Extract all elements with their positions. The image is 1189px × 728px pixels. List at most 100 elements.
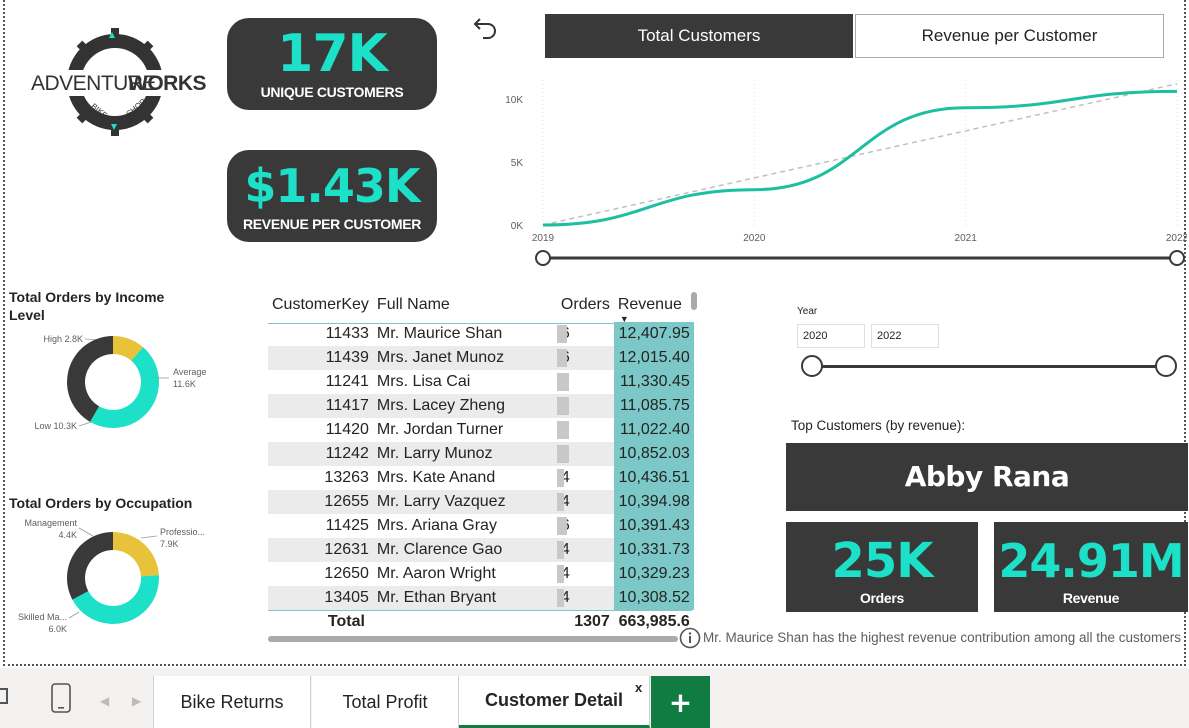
cell-revenue: 12,015.40 xyxy=(613,346,694,370)
fit-page-icon[interactable] xyxy=(0,688,8,704)
insight-text: Mr. Maurice Shan has the highest revenue… xyxy=(703,630,1182,645)
table-vertical-scrollbar[interactable] xyxy=(691,292,697,310)
top-customer-revenue-card: 24.91M Revenue xyxy=(994,522,1188,612)
table-row[interactable]: 13263 Mrs. Kate Anand 4 10,436.51 xyxy=(268,466,694,490)
adventureworks-logo: ADVENTURE WORKS BIKE SHOP xyxy=(27,28,207,136)
tab-customer-detail[interactable]: Customer Detail xyxy=(459,676,650,728)
cell-orders: 6 xyxy=(556,322,614,346)
table-horizontal-scrollbar[interactable] xyxy=(268,636,678,642)
cell-orders: 4 xyxy=(556,586,614,610)
cell-orders: 6 xyxy=(556,514,614,538)
table-row[interactable]: 12655 Mr. Larry Vazquez 4 10,394.98 xyxy=(268,490,694,514)
slice-leader-line xyxy=(140,535,158,539)
toggle-total-customers[interactable]: Total Customers xyxy=(545,14,853,58)
cell-customerkey: 11425 xyxy=(268,514,373,538)
x-tick-label: 2020 xyxy=(743,233,766,244)
donut-slice[interactable] xyxy=(67,532,113,600)
cell-revenue: 10,852.03 xyxy=(613,442,694,466)
cell-revenue: 11,330.45 xyxy=(613,370,694,394)
table-row[interactable]: 13405 Mr. Ethan Bryant 4 10,308.52 xyxy=(268,586,694,610)
cell-orders: 7 xyxy=(556,418,614,442)
year-slider-end-handle[interactable] xyxy=(1155,355,1177,377)
header-orders[interactable]: Orders xyxy=(557,288,614,322)
slice-leader-line xyxy=(78,421,92,427)
slice-leader-line xyxy=(78,527,94,537)
close-tab-icon[interactable]: x xyxy=(635,680,642,695)
cell-revenue: 10,331.73 xyxy=(613,538,694,562)
unique-customers-value: 17K xyxy=(277,24,388,84)
top-customer-name: Abby Rana xyxy=(904,460,1070,493)
header-customerkey[interactable]: CustomerKey xyxy=(268,288,373,322)
table-row[interactable]: 11433Mr. Maurice Shan612,407.95 xyxy=(268,322,694,346)
cell-revenue: 10,394.98 xyxy=(613,490,694,514)
orders-databar xyxy=(556,397,569,415)
cell-orders: 7 xyxy=(556,442,614,466)
total-spacer xyxy=(372,610,557,634)
cell-fullname: Mrs. Lacey Zheng xyxy=(372,394,557,418)
x-tick-label: 2019 xyxy=(532,233,555,244)
top-customer-orders-value: 25K xyxy=(831,533,934,589)
revenue-per-customer-card: $1.43K REVENUE PER CUSTOMER xyxy=(227,150,437,242)
revenue-per-customer-label: REVENUE PER CUSTOMER xyxy=(242,216,422,232)
report-canvas: ADVENTURE WORKS BIKE SHOP 17K UNIQUE CUS… xyxy=(3,0,1188,666)
cell-orders: 4 xyxy=(556,562,614,586)
tab-scroll-right-icon[interactable]: ▶ xyxy=(132,694,141,708)
orders-databar xyxy=(556,589,564,607)
top-customer-name-card: Abby Rana xyxy=(786,443,1188,511)
tab-bike-returns[interactable]: Bike Returns xyxy=(153,676,311,728)
orders-databar xyxy=(556,517,567,535)
donut-slice[interactable] xyxy=(66,336,113,422)
cell-fullname: Mr. Maurice Shan xyxy=(372,322,557,346)
table-row[interactable]: 11417Mrs. Lacey Zheng711,085.75 xyxy=(268,394,694,418)
table-row[interactable]: 12631 Mr. Clarence Gao 4 10,331.73 xyxy=(268,538,694,562)
orders-databar xyxy=(556,373,569,391)
cell-fullname: Mrs. Janet Munoz xyxy=(372,346,557,370)
table-row[interactable]: 11241Mrs. Lisa Cai711,330.45 xyxy=(268,370,694,394)
tab-total-profit[interactable]: Total Profit xyxy=(312,676,459,728)
cell-fullname: Mr. Clarence Gao xyxy=(372,538,557,562)
undo-arrow-icon[interactable] xyxy=(471,12,501,42)
table-row[interactable]: 12650 Mr. Aaron Wright 4 10,329.23 xyxy=(268,562,694,586)
header-fullname[interactable]: Full Name xyxy=(373,288,557,322)
income-donut-title: Total Orders by Income Level xyxy=(9,289,165,323)
x-tick-label: 2022 xyxy=(1166,233,1187,244)
logo-text-right: WORKS xyxy=(128,72,206,95)
cell-customerkey: 12650 xyxy=(268,562,373,586)
table-row[interactable]: 11439Mrs. Janet Munoz612,015.40 xyxy=(268,346,694,370)
table-row[interactable]: 11425Mrs. Ariana Gray610,391.43 xyxy=(268,514,694,538)
date-slider-start-handle[interactable] xyxy=(535,250,551,266)
donut-slice[interactable] xyxy=(113,532,159,577)
orders-databar xyxy=(556,421,569,439)
header-revenue-label: Revenue xyxy=(617,296,682,313)
add-page-button[interactable]: + xyxy=(651,676,710,728)
year-slider-start-handle[interactable] xyxy=(801,355,823,377)
slice-label: Professio... 7.9K xyxy=(160,527,205,549)
cell-customerkey: 13263 xyxy=(268,466,373,490)
tab-scroll-left-icon[interactable]: ◀ xyxy=(100,694,109,708)
cell-fullname: Mrs. Lisa Cai xyxy=(372,370,557,394)
toggle-revenue-per-customer[interactable]: Revenue per Customer xyxy=(855,14,1164,58)
cell-orders: 7 xyxy=(556,394,614,418)
donut-slice[interactable] xyxy=(72,575,159,624)
table-row[interactable]: 11420Mr. Jordan Turner711,022.40 xyxy=(268,418,694,442)
cell-orders: 7 xyxy=(556,370,614,394)
top-customers-heading: Top Customers (by revenue): xyxy=(791,418,966,433)
occupation-donut-title: Total Orders by Occupation xyxy=(9,495,193,511)
donut-slice[interactable] xyxy=(90,347,160,428)
slice-label: Management 4.4K xyxy=(24,518,77,540)
info-icon[interactable] xyxy=(679,627,701,649)
cell-customerkey: 11417 xyxy=(268,394,373,418)
unique-customers-label: UNIQUE CUSTOMERS xyxy=(260,84,404,100)
table-row[interactable]: 11242Mr. Larry Munoz710,852.03 xyxy=(268,442,694,466)
year-from-input[interactable] xyxy=(797,324,865,348)
mobile-layout-icon[interactable] xyxy=(50,682,72,714)
year-to-input[interactable] xyxy=(871,324,939,348)
x-tick-label: 2021 xyxy=(955,233,978,244)
customers-line-chart: 0K 5K 10K 2019 2020 2021 2022 xyxy=(505,80,1187,266)
orders-databar xyxy=(556,493,564,511)
total-label: Total xyxy=(268,610,373,634)
cell-orders: 6 xyxy=(556,346,614,370)
cell-customerkey: 11420 xyxy=(268,418,373,442)
date-slider-end-handle[interactable] xyxy=(1169,250,1185,266)
header-revenue[interactable]: Revenue ▼ xyxy=(614,288,694,324)
